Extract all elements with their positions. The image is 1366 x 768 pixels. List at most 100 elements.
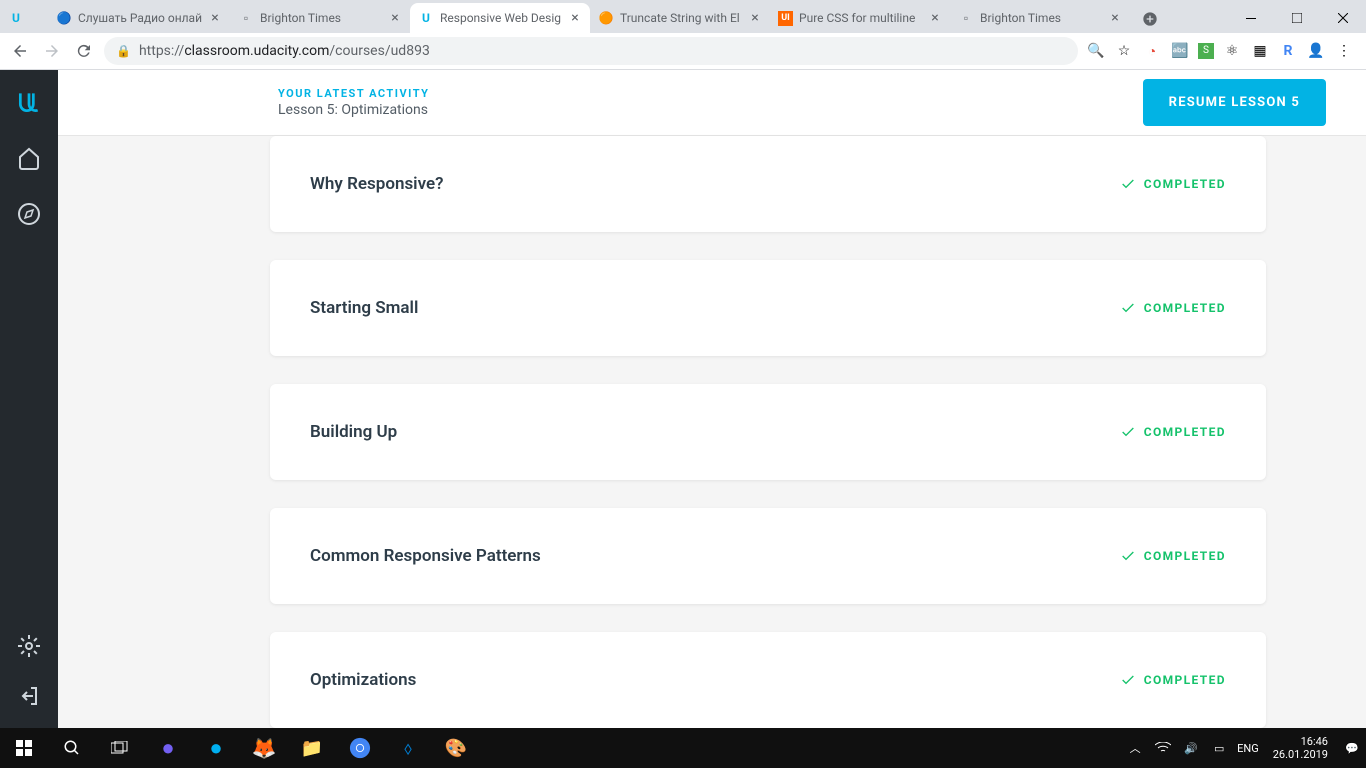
start-button[interactable] xyxy=(0,728,48,768)
logout-icon[interactable] xyxy=(15,682,43,710)
window-controls xyxy=(1228,3,1366,33)
close-icon[interactable]: × xyxy=(1108,11,1122,25)
course-header: YOUR LATEST ACTIVITY Lesson 5: Optimizat… xyxy=(58,70,1366,136)
udacity-icon: U xyxy=(418,10,434,26)
extension-icon[interactable]: 🔤 xyxy=(1170,41,1190,61)
lesson-title: Optimizations xyxy=(310,670,416,690)
back-button[interactable] xyxy=(8,39,32,63)
check-icon xyxy=(1120,672,1136,688)
browser-tab-strip: U 🔵 Слушать Радио онлай × ▫ Brighton Tim… xyxy=(0,0,1366,33)
lesson-card[interactable]: Optimizations COMPLETED xyxy=(270,632,1266,728)
lesson-card[interactable]: Common Responsive Patterns COMPLETED xyxy=(270,508,1266,604)
taskbar-app-viber[interactable]: ● xyxy=(144,728,192,768)
volume-icon[interactable]: 🔊 xyxy=(1181,738,1201,758)
system-tray: ︿ 🔊 ▭ ENG 16:46 26.01.2019 💬 xyxy=(1125,735,1366,761)
browser-tab[interactable]: ▫ Brighton Times × xyxy=(230,3,410,33)
page-icon: ▫ xyxy=(238,10,254,26)
extension-icon[interactable]: ▦ xyxy=(1250,41,1270,61)
tab-title: Brighton Times xyxy=(260,11,382,25)
language-indicator[interactable]: ENG xyxy=(1237,738,1259,758)
udacity-logo-icon[interactable] xyxy=(15,88,43,116)
close-window-button[interactable] xyxy=(1320,3,1366,33)
udacity-icon: U xyxy=(8,10,24,26)
status-badge: COMPLETED xyxy=(1120,672,1226,688)
windows-taskbar: ● ● 🦊 📁 ⬨ 🎨 ︿ 🔊 ▭ ENG 16:46 26.01.2019 💬 xyxy=(0,728,1366,768)
lesson-title: Starting Small xyxy=(310,298,418,318)
status-badge: COMPLETED xyxy=(1120,548,1226,564)
close-icon[interactable]: × xyxy=(748,11,762,25)
taskbar-app-paint[interactable]: 🎨 xyxy=(432,728,480,768)
browser-tab[interactable]: UI Pure CSS for multiline × xyxy=(770,3,950,33)
browser-tab[interactable]: U xyxy=(0,3,48,33)
site-icon: UI xyxy=(778,11,793,26)
extension-icon[interactable]: R xyxy=(1278,41,1298,61)
battery-icon[interactable]: ▭ xyxy=(1209,738,1229,758)
browser-tab[interactable]: ▫ Brighton Times × xyxy=(950,3,1130,33)
lesson-title: Common Responsive Patterns xyxy=(310,546,541,566)
radio-icon: 🔵 xyxy=(56,10,72,26)
tab-title: Pure CSS for multiline xyxy=(799,11,922,25)
taskbar-app-skype[interactable]: ● xyxy=(192,728,240,768)
lesson-title: Building Up xyxy=(310,422,397,442)
gear-icon[interactable] xyxy=(15,632,43,660)
taskbar-app-vscode[interactable]: ⬨ xyxy=(384,728,432,768)
browser-tab[interactable]: 🟠 Truncate String with El × xyxy=(590,3,770,33)
extension-icon[interactable]: ◔ xyxy=(1142,41,1162,61)
extension-icon[interactable]: S xyxy=(1198,43,1214,59)
browser-tab[interactable]: 🔵 Слушать Радио онлай × xyxy=(48,3,230,33)
forward-button[interactable] xyxy=(40,39,64,63)
wifi-icon[interactable] xyxy=(1153,738,1173,758)
url-input[interactable]: 🔒 https://classroom.udacity.com/courses/… xyxy=(104,37,1078,65)
tab-title: Brighton Times xyxy=(980,11,1102,25)
tab-title: Truncate String with El xyxy=(620,11,742,25)
lock-icon: 🔒 xyxy=(116,44,131,58)
tab-title: Responsive Web Desig xyxy=(440,11,562,25)
lesson-label: Lesson 5: Optimizations xyxy=(278,102,429,118)
site-icon: 🟠 xyxy=(598,10,614,26)
main-content[interactable]: YOUR LATEST ACTIVITY Lesson 5: Optimizat… xyxy=(58,70,1366,728)
menu-icon[interactable]: ⋮ xyxy=(1334,41,1354,61)
taskbar-app-chrome[interactable] xyxy=(336,728,384,768)
page-icon: ▫ xyxy=(958,10,974,26)
taskbar-app-firefox[interactable]: 🦊 xyxy=(240,728,288,768)
status-badge: COMPLETED xyxy=(1120,424,1226,440)
home-icon[interactable] xyxy=(15,144,43,172)
search-button[interactable] xyxy=(48,728,96,768)
star-icon[interactable]: ☆ xyxy=(1114,41,1134,61)
profile-icon[interactable]: 👤 xyxy=(1306,41,1326,61)
close-icon[interactable]: × xyxy=(388,11,402,25)
page-content: YOUR LATEST ACTIVITY Lesson 5: Optimizat… xyxy=(0,70,1366,728)
url-text: https://classroom.udacity.com/courses/ud… xyxy=(139,43,430,59)
extension-icon[interactable]: ⚛ xyxy=(1222,41,1242,61)
lesson-card[interactable]: Starting Small COMPLETED xyxy=(270,260,1266,356)
resume-button[interactable]: RESUME LESSON 5 xyxy=(1143,79,1326,126)
lesson-title: Why Responsive? xyxy=(310,174,444,194)
lesson-card[interactable]: Building Up COMPLETED xyxy=(270,384,1266,480)
tab-title: Слушать Радио онлай xyxy=(78,11,202,25)
maximize-button[interactable] xyxy=(1274,3,1320,33)
check-icon xyxy=(1120,424,1136,440)
notifications-icon[interactable]: 💬 xyxy=(1342,738,1362,758)
close-icon[interactable]: × xyxy=(208,11,222,25)
taskbar-app-explorer[interactable]: 📁 xyxy=(288,728,336,768)
lesson-card[interactable]: Why Responsive? COMPLETED xyxy=(270,136,1266,232)
address-bar: 🔒 https://classroom.udacity.com/courses/… xyxy=(0,33,1366,70)
check-icon xyxy=(1120,300,1136,316)
zoom-icon[interactable]: 🔍 xyxy=(1086,41,1106,61)
activity-label: YOUR LATEST ACTIVITY xyxy=(278,87,429,100)
tray-chevron-icon[interactable]: ︿ xyxy=(1125,738,1145,758)
minimize-button[interactable] xyxy=(1228,3,1274,33)
new-tab-button[interactable] xyxy=(1136,5,1164,33)
lesson-list: Why Responsive? COMPLETED Starting Small… xyxy=(58,136,1366,728)
status-badge: COMPLETED xyxy=(1120,176,1226,192)
clock[interactable]: 16:46 26.01.2019 xyxy=(1267,735,1334,761)
close-icon[interactable]: × xyxy=(568,11,582,25)
close-icon[interactable]: × xyxy=(928,11,942,25)
taskview-button[interactable] xyxy=(96,728,144,768)
browser-tab-active[interactable]: U Responsive Web Desig × xyxy=(410,3,590,33)
check-icon xyxy=(1120,548,1136,564)
check-icon xyxy=(1120,176,1136,192)
reload-button[interactable] xyxy=(72,39,96,63)
compass-icon[interactable] xyxy=(15,200,43,228)
toolbar-icons: 🔍 ☆ ◔ 🔤 S ⚛ ▦ R 👤 ⋮ xyxy=(1086,41,1358,61)
